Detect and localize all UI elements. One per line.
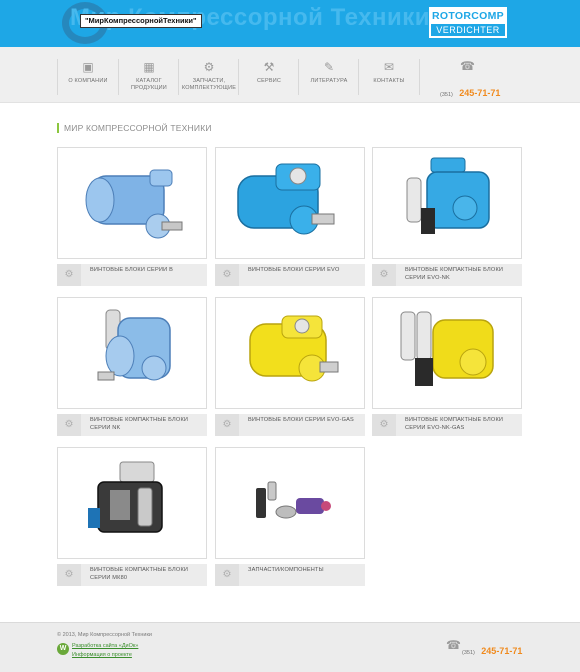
nav-item-label: ЛИТЕРАТУРА bbox=[310, 78, 348, 84]
mail-icon: ✉ bbox=[383, 60, 395, 74]
product-image[interactable] bbox=[57, 297, 207, 409]
gears-icon: ⚙ bbox=[372, 264, 396, 286]
phone-number: 245-71-71 bbox=[459, 88, 501, 98]
gears-icon: ⚙ bbox=[57, 564, 81, 586]
briefcase-icon: ▣ bbox=[82, 60, 94, 74]
compressor-mk80-image bbox=[88, 461, 163, 533]
nav-item-label: СЕРВИС bbox=[256, 78, 282, 84]
gears-icon: ⚙ bbox=[215, 564, 239, 586]
product-card[interactable]: ⚙ ВИНТОВЫЕ КОМПАКТНЫЕ БЛОКИ СЕРИИ EVO-NK… bbox=[372, 297, 522, 436]
phone-code: (351) bbox=[440, 92, 453, 98]
gears-icon: ⚙ bbox=[215, 264, 239, 286]
nav-item-label: ЗАПЧАСТИ, КОМПЛЕКТУЮЩИЕ bbox=[181, 78, 237, 91]
product-caption[interactable]: ⚙ ЗАПЧАСТИ/КОМПОНЕНТЫ bbox=[215, 564, 365, 586]
phone-icon: ☎ bbox=[446, 638, 461, 652]
product-caption-text: ВИНТОВЫЕ БЛОКИ СЕРИИ EVO bbox=[248, 267, 340, 273]
product-image[interactable] bbox=[372, 297, 522, 409]
product-card[interactable]: ⚙ ВИНТОВЫЕ БЛОКИ СЕРИИ EVO bbox=[215, 147, 365, 286]
nav-item-about[interactable]: ▣ О КОМПАНИИ bbox=[58, 55, 118, 97]
gears-icon: ⚙ bbox=[57, 264, 81, 286]
gears-icon: ⚙ bbox=[215, 414, 239, 436]
nav-item-literature[interactable]: ✎ ЛИТЕРАТУРА bbox=[299, 55, 359, 97]
footer-phone[interactable]: (351) 245-71-71 bbox=[462, 641, 522, 659]
gears-icon: ⚙ bbox=[372, 414, 396, 436]
product-caption-text: ВИНТОВЫЕ КОМПАКТНЫЕ БЛОКИ СЕРИИ EVO-NK bbox=[405, 267, 504, 281]
book-icon: ▦ bbox=[143, 60, 155, 74]
product-card[interactable]: ⚙ ВИНТОВЫЕ КОМПАКТНЫЕ БЛОКИ СЕРИИ EVO-NK bbox=[372, 147, 522, 286]
product-card[interactable]: ⚙ ВИНТОВЫЕ КОМПАКТНЫЕ БЛОКИ СЕРИИ МК80 bbox=[57, 447, 207, 586]
project-info-link[interactable]: Информация о проекте bbox=[72, 652, 132, 658]
product-card[interactable]: ⚙ ВИНТОВЫЕ БЛОКИ СЕРИИ В bbox=[57, 147, 207, 286]
rotorcomp-logo-top: ROTORCOMP bbox=[431, 9, 505, 24]
phone-number: 245-71-71 bbox=[481, 646, 523, 656]
product-caption-text: ЗАПЧАСТИ/КОМПОНЕНТЫ bbox=[248, 567, 324, 573]
developer-link[interactable]: Разработка сайта «ДиОк» bbox=[72, 643, 138, 649]
product-caption-text: ВИНТОВЫЕ КОМПАКТНЫЕ БЛОКИ СЕРИИ NK bbox=[90, 417, 189, 431]
nav-item-contacts[interactable]: ✉ КОНТАКТЫ bbox=[359, 55, 419, 97]
wrench-icon: ⚒ bbox=[263, 60, 275, 74]
nav-item-catalog[interactable]: ▦ КАТАЛОГ ПРОДУКЦИИ bbox=[119, 55, 179, 97]
site-header: Мир Компрессорной Техники "МирКомпрессор… bbox=[0, 0, 580, 47]
developer-logo-icon[interactable]: W bbox=[57, 643, 69, 655]
product-caption-text: ВИНТОВЫЕ КОМПАКТНЫЕ БЛОКИ СЕРИИ EVO-NK-G… bbox=[405, 417, 504, 431]
nav-separator bbox=[419, 59, 420, 95]
rotorcomp-logo[interactable]: ROTORCOMP VERDICHTER bbox=[429, 7, 507, 38]
compressor-nk-image bbox=[97, 309, 171, 381]
product-card[interactable]: ⚙ ВИНТОВЫЕ БЛОКИ СЕРИИ EVO-GAS bbox=[215, 297, 365, 436]
product-caption-text: ВИНТОВЫЕ БЛОКИ СЕРИИ EVO-GAS bbox=[248, 417, 354, 423]
product-caption[interactable]: ⚙ ВИНТОВЫЕ БЛОКИ СЕРИИ В bbox=[57, 264, 207, 286]
compressor-evo-nk-image bbox=[406, 157, 490, 234]
product-caption[interactable]: ⚙ ВИНТОВЫЕ КОМПАКТНЫЕ БЛОКИ СЕРИИ EVO-NK… bbox=[372, 414, 522, 436]
nav-item-label: КОНТАКТЫ bbox=[373, 78, 405, 84]
nav-item-parts[interactable]: ⚙ ЗАПЧАСТИ, КОМПЛЕКТУЮЩИЕ bbox=[179, 55, 239, 97]
product-caption[interactable]: ⚙ ВИНТОВЫЕ БЛОКИ СЕРИИ EVO-GAS bbox=[215, 414, 365, 436]
header-phone[interactable]: (351) 245-71-71 bbox=[440, 83, 500, 101]
page-title: МИР КОМПРЕССОРНОЙ ТЕХНИКИ bbox=[57, 123, 212, 133]
product-caption[interactable]: ⚙ ВИНТОВЫЕ КОМПАКТНЫЕ БЛОКИ СЕРИИ NK bbox=[57, 414, 207, 436]
product-card[interactable]: ⚙ ЗАПЧАСТИ/КОМПОНЕНТЫ bbox=[215, 447, 365, 586]
compressor-evo-nk-gas-image bbox=[400, 311, 494, 386]
gears-icon: ⚙ bbox=[57, 414, 81, 436]
product-caption-text: ВИНТОВЫЕ КОМПАКТНЫЕ БЛОКИ СЕРИИ МК80 bbox=[90, 567, 189, 581]
site-footer: © 2013, Мир Компрессорной Техники W Разр… bbox=[0, 622, 580, 672]
product-caption[interactable]: ⚙ ВИНТОВЫЕ КОМПАКТНЫЕ БЛОКИ СЕРИИ МК80 bbox=[57, 564, 207, 586]
compressor-evo-gas-image bbox=[249, 315, 339, 382]
product-image[interactable] bbox=[57, 147, 207, 259]
spare-parts-image bbox=[256, 481, 331, 519]
product-image[interactable] bbox=[215, 447, 365, 559]
product-caption[interactable]: ⚙ ВИНТОВЫЕ КОМПАКТНЫЕ БЛОКИ СЕРИИ EVO-NK bbox=[372, 264, 522, 286]
copyright: © 2013, Мир Компрессорной Техники bbox=[57, 632, 152, 638]
site-logo[interactable]: "МирКомпрессорнойТехники" bbox=[80, 14, 202, 28]
product-card[interactable]: ⚙ ВИНТОВЫЕ КОМПАКТНЫЕ БЛОКИ СЕРИИ NK bbox=[57, 297, 207, 436]
product-image[interactable] bbox=[57, 447, 207, 559]
product-image[interactable] bbox=[215, 147, 365, 259]
nav-item-label: КАТАЛОГ ПРОДУКЦИИ bbox=[131, 78, 167, 91]
gears-icon: ⚙ bbox=[203, 60, 215, 74]
nav-item-label: О КОМПАНИИ bbox=[68, 78, 108, 84]
phone-icon: ☎ bbox=[460, 59, 475, 73]
phone-code: (351) bbox=[462, 650, 475, 656]
compressor-evo-image bbox=[237, 163, 335, 235]
product-image[interactable] bbox=[215, 297, 365, 409]
product-caption[interactable]: ⚙ ВИНТОВЫЕ БЛОКИ СЕРИИ EVO bbox=[215, 264, 365, 286]
rotorcomp-logo-bottom: VERDICHTER bbox=[436, 25, 500, 35]
compressor-b-image bbox=[85, 169, 183, 239]
product-caption-text: ВИНТОВЫЕ БЛОКИ СЕРИИ В bbox=[90, 267, 174, 273]
pen-icon: ✎ bbox=[323, 60, 335, 74]
product-image[interactable] bbox=[372, 147, 522, 259]
nav-item-service[interactable]: ⚒ СЕРВИС bbox=[239, 55, 299, 97]
